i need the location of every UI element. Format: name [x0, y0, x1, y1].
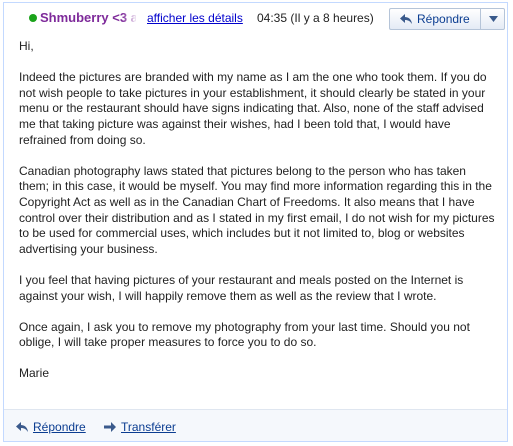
message-actions-bar: Répondre Transférer — [4, 409, 507, 441]
show-details-link[interactable]: afficher les détails — [147, 9, 243, 27]
footer-reply-link[interactable]: Répondre — [15, 419, 95, 435]
footer-forward-label: Transférer — [121, 420, 176, 434]
reply-button-label: Répondre — [417, 12, 470, 26]
message-signature: Marie — [19, 366, 50, 381]
message-paragraph: Canadian photography laws stated that pi… — [19, 163, 495, 256]
reply-button[interactable]: Répondre — [389, 8, 480, 30]
message-paragraph: Once again, I ask you to remove my photo… — [19, 319, 470, 350]
message-timestamp: 04:35 (Il y a 8 heures) — [257, 11, 374, 25]
message-header: Shmuberry <3 aux tee afficher les détail… — [4, 3, 507, 33]
online-status-icon — [29, 14, 37, 22]
forward-arrow-icon — [104, 422, 116, 432]
message-body: Hi, Indeed the pictures are branded with… — [19, 39, 497, 398]
more-options-button[interactable] — [480, 8, 505, 30]
reply-arrow-icon — [400, 14, 412, 24]
message-paragraph: I you feel that having pictures of your … — [19, 272, 464, 303]
sender-name-fade — [122, 9, 138, 27]
chevron-down-icon — [489, 16, 498, 22]
message-paragraph: Hi, — [19, 39, 34, 53]
footer-forward-link[interactable]: Transférer — [103, 419, 185, 435]
reply-arrow-icon — [16, 422, 28, 432]
message-paragraph: Indeed the pictures are branded with my … — [19, 70, 487, 147]
footer-reply-label: Répondre — [33, 420, 86, 434]
message-card: Shmuberry <3 aux tee afficher les détail… — [3, 2, 508, 442]
